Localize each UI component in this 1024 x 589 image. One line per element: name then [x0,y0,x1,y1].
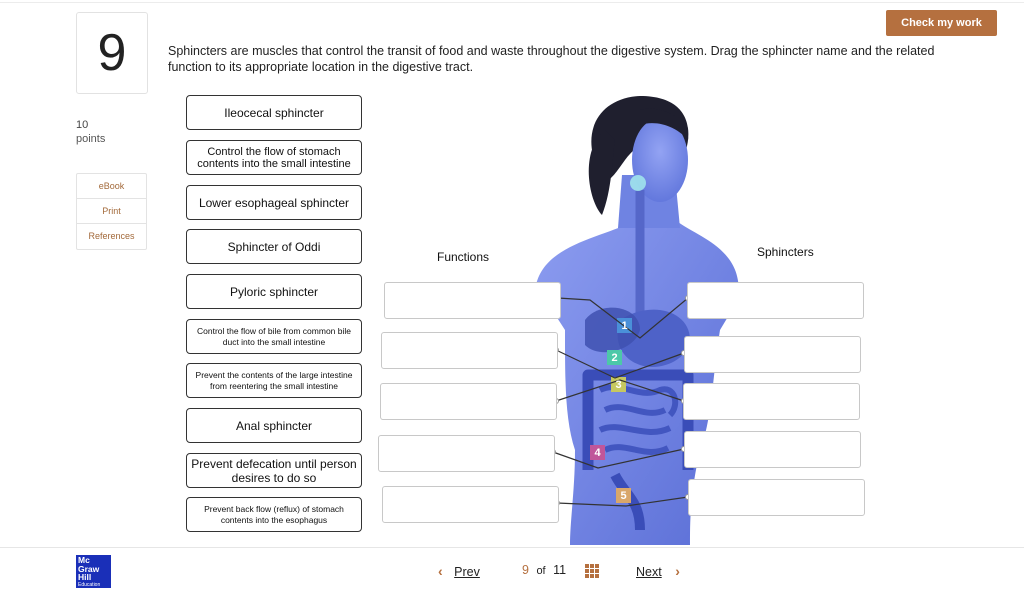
of-label: of [536,565,546,577]
marker-2-label: 2 [611,351,618,364]
hair-shape [591,96,689,181]
function-drop-target-3[interactable] [380,383,557,420]
logo-text: Mc Graw Hill [78,556,99,582]
sphincter-drop-target-4[interactable] [684,431,861,468]
small-intestine-shape [598,384,679,455]
logo-subtext: Education [78,582,101,588]
print-link[interactable]: Print [77,199,146,224]
check-my-work-button[interactable]: Check my work [886,10,997,36]
footer-divider [0,547,1024,548]
prev-nav[interactable]: ‹ Prev [438,563,480,579]
drag-label-ileocecal-sphincter[interactable]: Ileocecal sphincter [186,95,362,130]
drag-label-sphincter-of-oddi[interactable]: Sphincter of Oddi [186,229,362,264]
references-link[interactable]: References [77,224,146,249]
question-page: 9 10 points eBook Print References Check… [0,0,1024,589]
marker-5-label: 5 [620,489,627,502]
points-label: points [76,133,106,145]
ponytail-shape [588,130,615,215]
marker-3-label: 3 [615,378,622,391]
next-nav[interactable]: Next › [636,563,680,579]
total-pages: 11 [553,563,567,577]
question-number: 9 [76,12,148,94]
ebook-link[interactable]: eBook [77,174,146,199]
sphincters-column-label: Sphincters [757,245,814,259]
sphincter-drop-target-5[interactable] [688,479,865,516]
drag-label-anal-sphincter[interactable]: Anal sphincter [186,408,362,443]
drag-label-function-prevent-reflux[interactable]: Prevent back flow (reflux) of stomach co… [186,497,362,532]
sphincter-drop-target-3[interactable] [683,383,860,420]
page-indicator: 9 of 11 [522,563,566,577]
resource-links: eBook Print References [76,173,147,250]
chevron-left-icon: ‹ [438,563,443,579]
chevron-right-icon: › [675,563,680,579]
function-drop-target-2[interactable] [381,332,558,369]
question-instructions: Sphincters are muscles that control the … [168,44,935,74]
function-drop-target-4[interactable] [378,435,555,472]
marker-1-label: 1 [621,319,628,332]
face-shape [632,118,688,202]
drag-label-function-prevent-defecation[interactable]: Prevent defecation until person desires … [186,453,362,488]
drag-label-function-large-intestine[interactable]: Prevent the contents of the large intest… [186,363,362,398]
sphincter-drop-target-2[interactable] [684,336,861,373]
drag-label-pyloric-sphincter[interactable]: Pyloric sphincter [186,274,362,309]
current-page: 9 [522,563,529,577]
prev-link[interactable]: Prev [454,565,480,579]
sphincter-drop-target-1[interactable] [687,282,864,319]
marker-4-label: 4 [594,446,601,459]
neck-shape [618,175,680,228]
top-divider [0,2,1024,3]
drag-label-function-stomach-flow[interactable]: Control the flow of stomach contents int… [186,140,362,175]
points-value: 10 [76,119,89,131]
drag-label-lower-esophageal-sphincter[interactable]: Lower esophageal sphincter [186,185,362,220]
next-link[interactable]: Next [636,565,662,579]
points-block: 10 points [76,118,105,146]
logo-line-3: Hill [78,572,92,582]
drag-label-function-bile-flow[interactable]: Control the flow of bile from common bil… [186,319,362,354]
function-drop-target-5[interactable] [382,486,559,523]
question-grid-icon[interactable] [585,564,599,578]
functions-column-label: Functions [437,250,490,264]
function-drop-target-1[interactable] [384,282,561,319]
